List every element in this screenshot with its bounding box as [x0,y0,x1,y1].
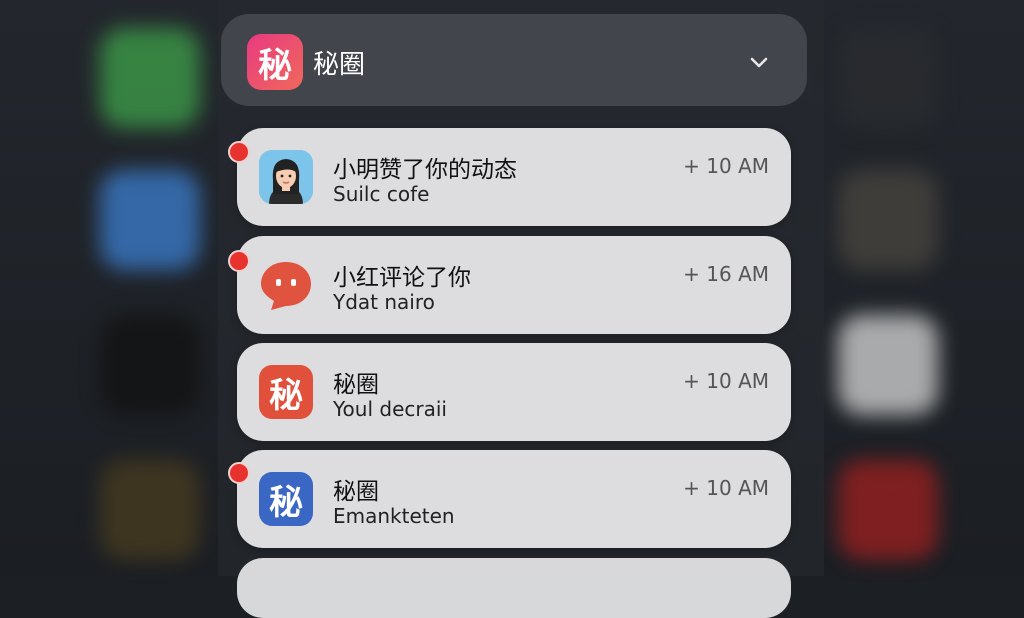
notification-body: Ydat nairo [333,290,435,314]
notification-title: 秘圈 [333,479,379,505]
notification-title: 小明赞了你的动态 [333,157,517,183]
notification-card[interactable]: 小红评论了你 Ydat nairo + 16 AM [237,236,791,334]
notification-card[interactable]: 小明赞了你的动态 Suilc cofe + 10 AM [237,128,791,226]
notification-body: Suilc cofe [333,182,430,206]
blurred-app-icon [100,315,200,415]
blurred-app-icon [838,28,938,128]
blurred-app-icon [838,170,938,270]
woman-avatar-icon [259,150,313,204]
app-icon-blue: 秘 [259,472,313,526]
app-icon-red: 秘 [259,365,313,419]
notification-time: + 16 AM [683,262,769,286]
blurred-app-icon [838,315,938,415]
chat-bubble-icon [259,258,313,312]
notification-group-header[interactable]: 秘 秘圈 [221,14,807,106]
notification-body: Youl decraii [333,397,447,421]
notification-time: + 10 AM [683,154,769,178]
blurred-app-icon [100,28,200,128]
blurred-app-icon [838,460,938,560]
unread-indicator [228,141,250,163]
app-icon: 秘 [247,34,303,90]
blurred-app-icon [100,170,200,270]
notification-title: 小红评论了你 [333,265,471,291]
notification-title: 秘圈 [333,372,379,398]
chevron-down-icon[interactable] [747,50,771,74]
blurred-app-icon [100,460,200,560]
group-title: 秘圈 [313,50,366,80]
unread-indicator [228,250,250,272]
unread-indicator [228,462,250,484]
notification-card[interactable]: 秘 秘圈 Youl decraii + 10 AM [237,343,791,441]
notification-time: + 10 AM [683,369,769,393]
notification-card[interactable]: 秘 秘圈 Emankteten + 10 AM [237,450,791,548]
notification-body: Emankteten [333,504,455,528]
avatar [259,150,313,204]
notification-card-peek[interactable] [237,558,791,618]
notification-time: + 10 AM [683,476,769,500]
